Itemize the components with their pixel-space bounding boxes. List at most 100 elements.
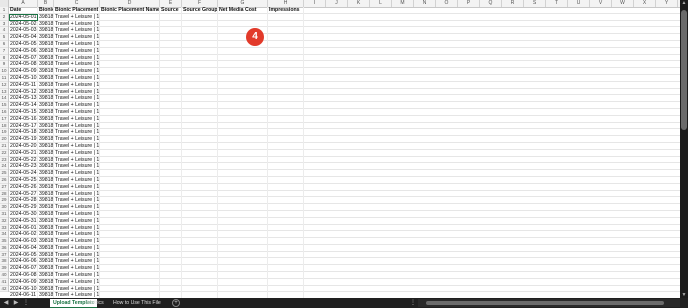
cell[interactable]	[268, 108, 304, 116]
cell[interactable]	[268, 170, 304, 177]
cell[interactable]	[100, 20, 160, 28]
cell[interactable]	[218, 231, 268, 239]
cell[interactable]	[182, 285, 218, 293]
row-header[interactable]: 16	[0, 109, 8, 116]
cell[interactable]	[100, 210, 160, 218]
column-header-k[interactable]: K	[348, 0, 370, 7]
cell[interactable]: 3981879	[38, 217, 54, 225]
cell[interactable]: 3981879	[38, 197, 54, 205]
cell[interactable]	[218, 224, 268, 232]
cell[interactable]: Travel + Leisure | 1/4 pag	[54, 13, 100, 21]
cell[interactable]: 3981879	[38, 115, 54, 123]
cell[interactable]	[160, 54, 182, 62]
cell[interactable]	[218, 115, 268, 123]
cell[interactable]: Travel + Leisure | 1/4 pag	[54, 285, 100, 293]
cell[interactable]	[268, 258, 304, 266]
cell[interactable]: Travel + Leisure | 1/4 pag	[54, 34, 100, 41]
cell[interactable]	[100, 40, 160, 48]
cell[interactable]	[268, 197, 304, 205]
cell[interactable]	[268, 54, 304, 62]
cell[interactable]	[218, 210, 268, 218]
cell[interactable]: 2024-05-08	[9, 61, 38, 69]
tab-how-to-use[interactable]: How to Use This File	[110, 299, 164, 307]
cell[interactable]	[100, 47, 160, 55]
cell[interactable]	[100, 190, 160, 198]
cell[interactable]	[268, 278, 304, 286]
column-header-t[interactable]: T	[546, 0, 568, 7]
cell[interactable]: Travel + Leisure | 1/4 pag	[54, 163, 100, 171]
cell[interactable]: 3981879	[38, 156, 54, 164]
cell[interactable]: 3981879	[38, 81, 54, 89]
cell[interactable]	[160, 156, 182, 164]
cell[interactable]: 3981879	[38, 210, 54, 218]
cell[interactable]: Travel + Leisure | 1/4 pag	[54, 54, 100, 62]
cell[interactable]: 3981879	[38, 108, 54, 116]
cell[interactable]	[218, 251, 268, 259]
cell[interactable]: 2024-06-08	[9, 272, 38, 279]
cell[interactable]	[100, 108, 160, 116]
cell[interactable]	[218, 81, 268, 89]
cell[interactable]	[218, 258, 268, 266]
cell[interactable]	[100, 258, 160, 266]
cell[interactable]: Travel + Leisure | 1/4 pag	[54, 258, 100, 266]
row-header[interactable]: 32	[0, 218, 8, 225]
cell[interactable]: Bionic Placement	[54, 7, 100, 14]
cell[interactable]	[160, 217, 182, 225]
cell[interactable]	[160, 197, 182, 205]
cell[interactable]	[182, 142, 218, 150]
tab-metrics[interactable]: Metrics	[84, 299, 107, 307]
cell[interactable]: Date	[9, 7, 38, 14]
cell[interactable]	[218, 190, 268, 198]
cell[interactable]: Travel + Leisure | 1/4 pag	[54, 265, 100, 273]
row-header[interactable]: 18	[0, 123, 8, 130]
cell[interactable]	[218, 176, 268, 184]
cell[interactable]: 3981879	[38, 13, 54, 21]
cell[interactable]	[268, 224, 304, 232]
row-header[interactable]: 11	[0, 75, 8, 82]
cell[interactable]	[268, 231, 304, 239]
add-sheet-icon[interactable]: +	[172, 299, 180, 307]
cell[interactable]: Travel + Leisure | 1/4 pag	[54, 47, 100, 55]
cell[interactable]	[100, 244, 160, 252]
cell[interactable]	[100, 238, 160, 245]
spreadsheet-sheet[interactable]: ABCDEFGHIJKLMNOPQRSTUVWXY 1 2 3 4 5 6 7 8 9 10 11 1…	[0, 0, 680, 298]
cell[interactable]	[182, 122, 218, 130]
cell[interactable]: 2024-05-17	[9, 122, 38, 130]
cell[interactable]	[218, 136, 268, 143]
cell[interactable]	[218, 265, 268, 273]
cell[interactable]: 3981879	[38, 251, 54, 259]
cell[interactable]: 2024-05-13	[9, 95, 38, 103]
cell[interactable]	[100, 204, 160, 211]
row-header[interactable]: 29	[0, 197, 8, 205]
cell[interactable]	[160, 176, 182, 184]
cell[interactable]: Travel + Leisure | 1/4 pag	[54, 238, 100, 245]
cell[interactable]: 2024-05-22	[9, 156, 38, 164]
cell[interactable]	[218, 149, 268, 157]
cell[interactable]: 3981879	[38, 183, 54, 191]
cell[interactable]: Travel + Leisure | 1/4 pag	[54, 81, 100, 89]
cell[interactable]	[160, 102, 182, 109]
cell[interactable]	[268, 272, 304, 279]
row-header[interactable]: 15	[0, 102, 8, 109]
cell[interactable]: Travel + Leisure | 1/4 pag	[54, 231, 100, 239]
cell[interactable]	[218, 54, 268, 62]
cell[interactable]: Net Media Cost	[218, 7, 268, 14]
cell[interactable]	[100, 61, 160, 69]
cell[interactable]: Travel + Leisure | 1/4 pag	[54, 170, 100, 177]
cell[interactable]: 3981879	[38, 278, 54, 286]
cell[interactable]	[182, 258, 218, 266]
tab-splitter-icon[interactable]: ⋮	[409, 298, 417, 308]
cell[interactable]	[182, 278, 218, 286]
cell[interactable]: 2024-05-31	[9, 217, 38, 225]
cell[interactable]	[160, 115, 182, 123]
cell[interactable]	[100, 136, 160, 143]
cell[interactable]: 3981879	[38, 142, 54, 150]
cell[interactable]: 3981879	[38, 95, 54, 103]
cell[interactable]	[268, 81, 304, 89]
cell[interactable]: 2024-05-26	[9, 183, 38, 191]
column-header-a[interactable]: A	[9, 0, 38, 7]
cell[interactable]	[100, 170, 160, 177]
cell[interactable]	[100, 217, 160, 225]
cell[interactable]: 3981879	[38, 68, 54, 75]
cell[interactable]	[218, 183, 268, 191]
